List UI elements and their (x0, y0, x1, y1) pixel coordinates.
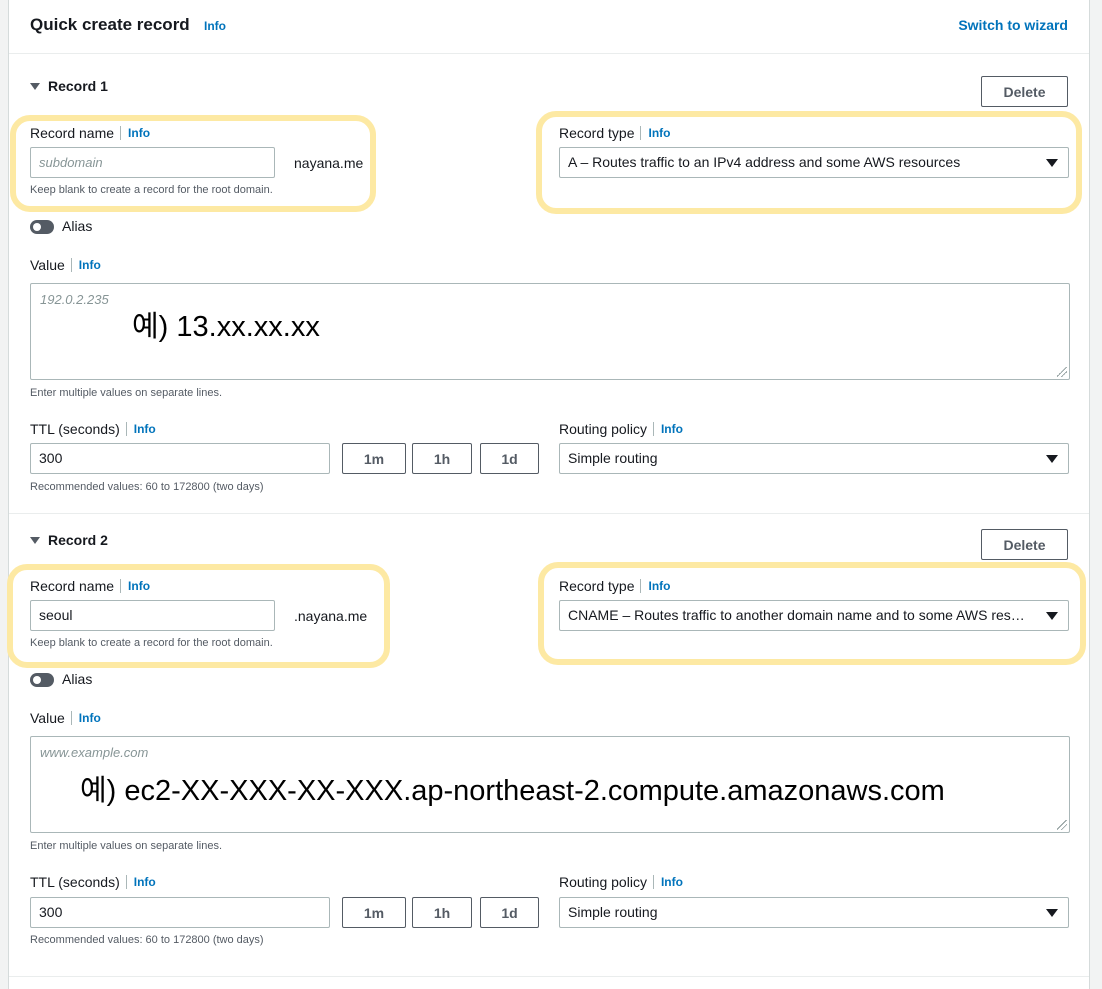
ttl-info-link[interactable]: Info (125, 422, 156, 436)
dropdown-arrow-icon (1046, 455, 1058, 463)
routing-info-link[interactable]: Info (652, 422, 683, 436)
ttl-label-text: TTL (seconds) (30, 421, 120, 437)
value-placeholder: www.example.com (40, 745, 149, 760)
record-1-toggle[interactable]: Record 1 (30, 78, 108, 94)
value-hint: Enter multiple values on separate lines. (30, 387, 222, 399)
value-annotation: 예) ec2-XX-XXX-XX-XXX.ap-northeast-2.comp… (80, 775, 945, 807)
record-type-label-text: Record type (559, 125, 635, 141)
delete-record-button[interactable]: Delete (981, 529, 1068, 560)
ttl-label: TTL (seconds) Info (30, 421, 156, 437)
record-type-select[interactable]: CNAME – Routes traffic to another domain… (559, 600, 1069, 631)
routing-info-link[interactable]: Info (652, 875, 683, 889)
ttl-1m-button[interactable]: 1m (342, 897, 406, 928)
record-type-label: Record type Info (559, 578, 670, 594)
toggle-knob (33, 676, 41, 684)
routing-policy-label-text: Routing policy (559, 421, 647, 437)
value-annotation: 예) 13.xx.xx.xx (132, 311, 320, 343)
value-label-text: Value (30, 710, 65, 726)
ttl-hint: Recommended values: 60 to 172800 (two da… (30, 481, 264, 493)
resize-grip-icon[interactable] (1057, 367, 1067, 377)
value-placeholder: 192.0.2.235 (40, 292, 109, 307)
ttl-1m-button[interactable]: 1m (342, 443, 406, 474)
routing-policy-select[interactable]: Simple routing (559, 897, 1069, 928)
record-name-label-text: Record name (30, 125, 115, 141)
record-type-label-text: Record type (559, 578, 635, 594)
resize-grip-icon[interactable] (1057, 820, 1067, 830)
record-name-hint: Keep blank to create a record for the ro… (30, 184, 273, 196)
domain-suffix: .nayana.me (294, 608, 368, 624)
record-name-label: Record name Info (30, 578, 150, 594)
record-name-label-text: Record name (30, 578, 115, 594)
caret-down-icon (30, 537, 40, 544)
value-label-text: Value (30, 257, 65, 273)
ttl-input[interactable]: 300 (30, 443, 330, 474)
toggle-knob (33, 223, 41, 231)
ttl-label-text: TTL (seconds) (30, 874, 120, 890)
ttl-info-link[interactable]: Info (125, 875, 156, 889)
ttl-1h-button[interactable]: 1h (412, 897, 472, 928)
record-2-section: Record 2 Delete Record name Info seoul .n… (9, 514, 1089, 977)
alias-label: Alias (62, 671, 93, 687)
record-type-select[interactable]: A – Routes traffic to an IPv4 address an… (559, 147, 1069, 178)
ttl-1d-button[interactable]: 1d (480, 897, 539, 928)
page-title: Quick create record (30, 15, 190, 34)
alias-toggle[interactable] (30, 673, 54, 687)
value-hint: Enter multiple values on separate lines. (30, 840, 222, 852)
delete-record-button[interactable]: Delete (981, 76, 1068, 107)
routing-policy-select[interactable]: Simple routing (559, 443, 1069, 474)
record-name-input[interactable]: subdomain (30, 147, 275, 178)
caret-down-icon (30, 83, 40, 90)
dropdown-arrow-icon (1046, 909, 1058, 917)
value-info-link[interactable]: Info (70, 711, 101, 725)
ttl-preset-group: 1m 1h 1d (342, 897, 542, 928)
record-name-label: Record name Info (30, 125, 150, 141)
value-label: Value Info (30, 710, 101, 726)
routing-policy-label-text: Routing policy (559, 874, 647, 890)
domain-suffix: nayana.me (294, 155, 364, 171)
dropdown-arrow-icon (1046, 159, 1058, 167)
ttl-label: TTL (seconds) Info (30, 874, 156, 890)
value-label: Value Info (30, 257, 101, 273)
record-1-section: Record 1 Delete Record name Info subdomai… (9, 54, 1089, 514)
alias-toggle[interactable] (30, 220, 54, 234)
record-type-info-link[interactable]: Info (640, 126, 670, 140)
value-textarea[interactable]: 192.0.2.235 예) 13.xx.xx.xx (30, 283, 1070, 380)
ttl-1d-button[interactable]: 1d (480, 443, 539, 474)
routing-policy-label: Routing policy Info (559, 421, 683, 437)
record-title: Record 1 (48, 78, 108, 94)
value-textarea[interactable]: www.example.com 예) ec2-XX-XXX-XX-XXX.ap-… (30, 736, 1070, 833)
panel-header: Quick create record Info Switch to wizar… (9, 0, 1089, 54)
record-name-input[interactable]: seoul (30, 600, 275, 631)
record-type-info-link[interactable]: Info (640, 579, 670, 593)
quick-create-panel: Quick create record Info Switch to wizar… (8, 0, 1090, 989)
ttl-input[interactable]: 300 (30, 897, 330, 928)
record-title: Record 2 (48, 532, 108, 548)
record-name-hint: Keep blank to create a record for the ro… (30, 637, 273, 649)
dropdown-arrow-icon (1046, 612, 1058, 620)
record-2-toggle[interactable]: Record 2 (30, 532, 108, 548)
value-info-link[interactable]: Info (70, 258, 101, 272)
ttl-1h-button[interactable]: 1h (412, 443, 472, 474)
alias-label: Alias (62, 218, 93, 234)
ttl-hint: Recommended values: 60 to 172800 (two da… (30, 934, 264, 946)
record-name-info-link[interactable]: Info (120, 126, 150, 140)
routing-policy-label: Routing policy Info (559, 874, 683, 890)
record-name-info-link[interactable]: Info (120, 579, 150, 593)
title-info-link[interactable]: Info (204, 19, 226, 33)
record-type-label: Record type Info (559, 125, 670, 141)
ttl-preset-group: 1m 1h 1d (342, 443, 542, 474)
switch-to-wizard-link[interactable]: Switch to wizard (958, 17, 1068, 33)
